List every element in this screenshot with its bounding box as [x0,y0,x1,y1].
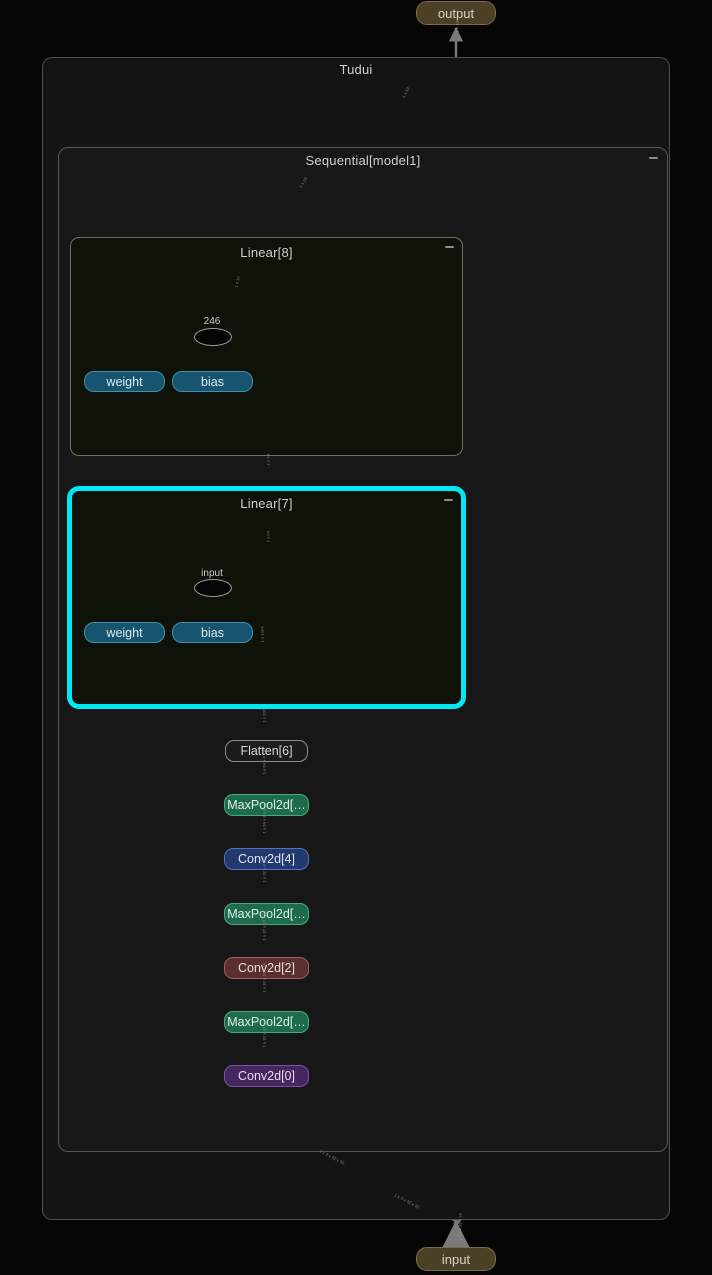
layer-node-conv2d2[interactable]: Conv2d[2] [224,957,309,979]
linear7-bias-label: bias [201,625,224,640]
linear8-weight-node[interactable]: weight [84,371,165,392]
layer-node-label: MaxPool2d[… [227,798,306,812]
linear8-scalar-node[interactable] [194,328,232,346]
layer-node-label: Flatten[6] [240,744,293,758]
group-linear8[interactable] [70,237,463,456]
input-node[interactable]: input [416,1247,496,1271]
layer-node-maxpool1[interactable]: MaxPool2d[… [224,1011,309,1033]
layer-node-label: MaxPool2d[… [227,907,306,921]
linear8-bias-label: bias [201,374,224,389]
input-node-label: input [441,1251,471,1267]
layer-node-label: Conv2d[0] [238,1069,295,1083]
graph-canvas[interactable]: output Tudui Sequential[model1] Linear[8… [0,0,712,1275]
linear8-bias-node[interactable]: bias [172,371,253,392]
linear7-weight-node[interactable]: weight [84,622,165,643]
linear7-bias-node[interactable]: bias [172,622,253,643]
layer-node-label: Conv2d[2] [238,961,295,975]
group-linear7[interactable] [68,487,465,708]
layer-node-conv2d4[interactable]: Conv2d[4] [224,848,309,870]
output-node[interactable]: output [416,1,496,25]
layer-node-maxpool3[interactable]: MaxPool2d[… [224,903,309,925]
layer-node-flatten6[interactable]: Flatten[6] [225,740,308,762]
linear8-weight-label: weight [106,374,143,389]
linear7-scalar-node[interactable] [194,579,232,597]
output-node-label: output [437,5,475,21]
linear7-weight-label: weight [106,625,143,640]
layer-node-label: Conv2d[4] [238,852,295,866]
layer-node-maxpool5[interactable]: MaxPool2d[… [224,794,309,816]
sequential-collapse-icon[interactable] [649,157,658,159]
layer-node-conv2d0[interactable]: Conv2d[0] [224,1065,309,1087]
layer-node-label: MaxPool2d[… [227,1015,306,1029]
linear8-collapse-icon[interactable] [445,246,454,248]
linear7-collapse-icon[interactable] [444,499,453,501]
